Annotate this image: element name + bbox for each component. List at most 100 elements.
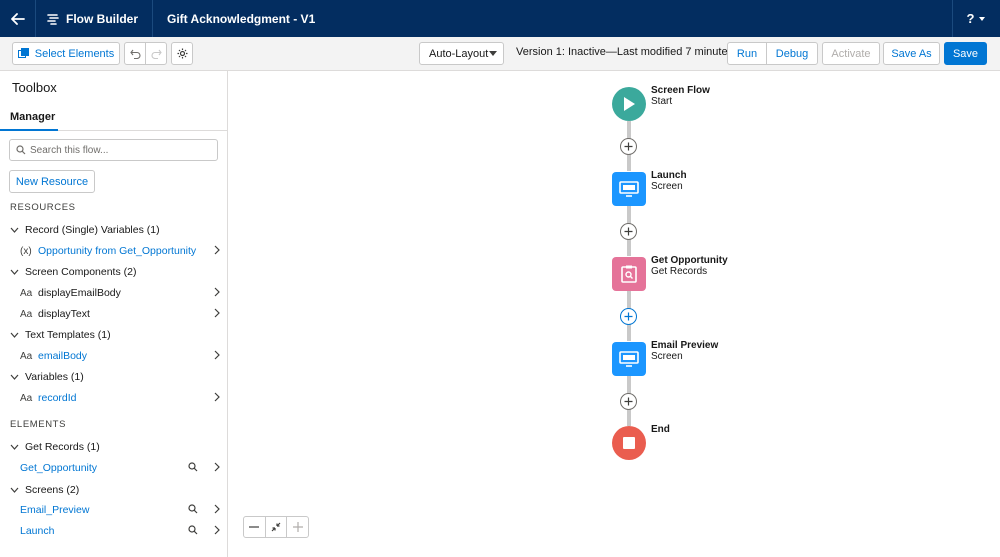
toolbox-title: Toolbox — [12, 80, 57, 95]
group-label: Text Templates (1) — [25, 329, 111, 341]
chevron-down-icon — [10, 487, 19, 493]
node-title: Launch — [651, 170, 687, 181]
group-label: Record (Single) Variables (1) — [25, 224, 160, 236]
text-icon: Aa — [20, 308, 33, 320]
element-item-get-opportunity[interactable]: Get_Opportunity — [20, 460, 220, 476]
app-name: Flow Builder — [66, 11, 138, 26]
group-variables[interactable]: Variables (1) — [10, 371, 84, 383]
caret-down-icon — [979, 16, 986, 21]
chevron-down-icon — [10, 444, 19, 450]
toolbox-panel: Toolbox Manager New Resource RESOURCES R… — [0, 71, 228, 557]
toolbar: Select Elements Auto-Layout Version 1: I… — [0, 37, 1000, 71]
run-button[interactable]: Run — [727, 42, 767, 65]
resource-label: recordId — [38, 392, 77, 404]
minus-icon — [249, 526, 260, 528]
elements-heading: ELEMENTS — [10, 419, 67, 430]
element-item-email-preview[interactable]: Email_Preview — [20, 502, 220, 518]
zoom-out-button[interactable] — [244, 517, 266, 537]
chevron-right-icon — [214, 504, 220, 514]
redo-icon — [151, 49, 162, 59]
get-records-icon — [621, 265, 637, 283]
help-menu-button[interactable]: ? — [952, 0, 1000, 37]
node-title: Email Preview — [651, 340, 719, 351]
screen-icon — [619, 351, 639, 367]
chevron-down-icon — [10, 227, 19, 233]
save-as-button[interactable]: Save As — [883, 42, 940, 65]
search-input[interactable] — [30, 144, 200, 156]
chevron-right-icon — [214, 462, 220, 472]
search-icon — [16, 145, 26, 155]
add-element-button[interactable] — [620, 223, 637, 240]
group-text-templates[interactable]: Text Templates (1) — [10, 329, 111, 341]
flow-canvas[interactable]: Screen Flow Start Launch Screen Get Oppo… — [229, 71, 1000, 557]
add-element-button[interactable] — [620, 138, 637, 155]
node-start[interactable] — [612, 87, 646, 121]
node-get-opportunity[interactable] — [612, 257, 646, 291]
select-elements-icon — [17, 48, 29, 58]
save-button[interactable]: Save — [944, 42, 987, 65]
resource-label: displayText — [38, 308, 90, 320]
element-item-launch[interactable]: Launch — [20, 523, 220, 539]
node-title: Get Opportunity — [651, 255, 728, 266]
group-screens[interactable]: Screens (2) — [10, 484, 79, 496]
back-button[interactable] — [0, 0, 36, 37]
fit-view-button[interactable] — [266, 517, 288, 537]
node-start-label: Screen Flow Start — [651, 85, 710, 107]
redo-button[interactable] — [145, 42, 167, 65]
element-label: Launch — [20, 525, 55, 537]
gear-icon — [177, 48, 187, 59]
search-icon[interactable] — [188, 504, 198, 514]
group-label: Screen Components (2) — [25, 266, 137, 278]
search-icon[interactable] — [188, 462, 198, 472]
activate-label: Activate — [831, 47, 871, 60]
settings-button[interactable] — [171, 42, 193, 65]
flow-builder-icon — [47, 13, 59, 25]
node-email-preview-label: Email Preview Screen — [651, 340, 718, 362]
group-record-variables[interactable]: Record (Single) Variables (1) — [10, 224, 160, 236]
variable-icon: (x) — [20, 245, 32, 257]
node-email-preview[interactable] — [612, 342, 646, 376]
screen-icon — [619, 181, 639, 197]
layout-mode-select[interactable]: Auto-Layout — [419, 42, 504, 65]
play-icon — [624, 97, 635, 111]
select-elements-button[interactable]: Select Elements — [12, 42, 120, 65]
chevron-right-icon — [214, 392, 220, 402]
activate-button[interactable]: Activate — [822, 42, 880, 65]
node-end[interactable] — [612, 426, 646, 460]
select-elements-label: Select Elements — [34, 47, 115, 60]
plus-icon — [624, 312, 633, 321]
node-subtitle: Screen — [651, 351, 683, 362]
group-label: Get Records (1) — [25, 441, 100, 453]
resource-item-displayemailbody[interactable]: Aa displayEmailBody — [20, 285, 220, 301]
chevron-right-icon — [214, 525, 220, 535]
help-label: ? — [966, 11, 975, 26]
add-element-button[interactable] — [620, 308, 637, 325]
arrow-left-icon — [10, 12, 25, 25]
node-title: End — [651, 424, 670, 435]
tab-manager[interactable]: Manager — [0, 111, 58, 131]
resource-item-displaytext[interactable]: Aa displayText — [20, 306, 220, 322]
node-launch-label: Launch Screen — [651, 170, 687, 192]
group-screen-components[interactable]: Screen Components (2) — [10, 266, 136, 278]
chevron-down-icon — [10, 374, 19, 380]
resource-item-opportunity[interactable]: (x) Opportunity from Get_Opportunity — [20, 243, 220, 259]
undo-button[interactable] — [124, 42, 146, 65]
zoom-in-button[interactable] — [287, 517, 308, 537]
text-icon: Aa — [20, 392, 33, 404]
plus-icon — [624, 142, 633, 151]
resource-item-emailbody[interactable]: Aa emailBody — [20, 348, 220, 364]
group-get-records[interactable]: Get Records (1) — [10, 441, 100, 453]
text-icon: Aa — [20, 350, 33, 362]
debug-button[interactable]: Debug — [766, 42, 818, 65]
resource-item-recordid[interactable]: Aa recordId — [20, 390, 220, 406]
global-header: Flow Builder Gift Acknowledgment - V1 ? — [0, 0, 1000, 37]
node-launch[interactable] — [612, 172, 646, 206]
caret-down-icon — [489, 51, 497, 56]
node-get-opportunity-label: Get Opportunity Get Records — [651, 255, 728, 277]
add-element-button[interactable] — [620, 393, 637, 410]
debug-label: Debug — [775, 47, 809, 60]
search-icon[interactable] — [188, 525, 198, 535]
search-box — [9, 139, 218, 161]
run-label: Run — [736, 47, 758, 60]
new-resource-button[interactable]: New Resource — [9, 170, 95, 193]
